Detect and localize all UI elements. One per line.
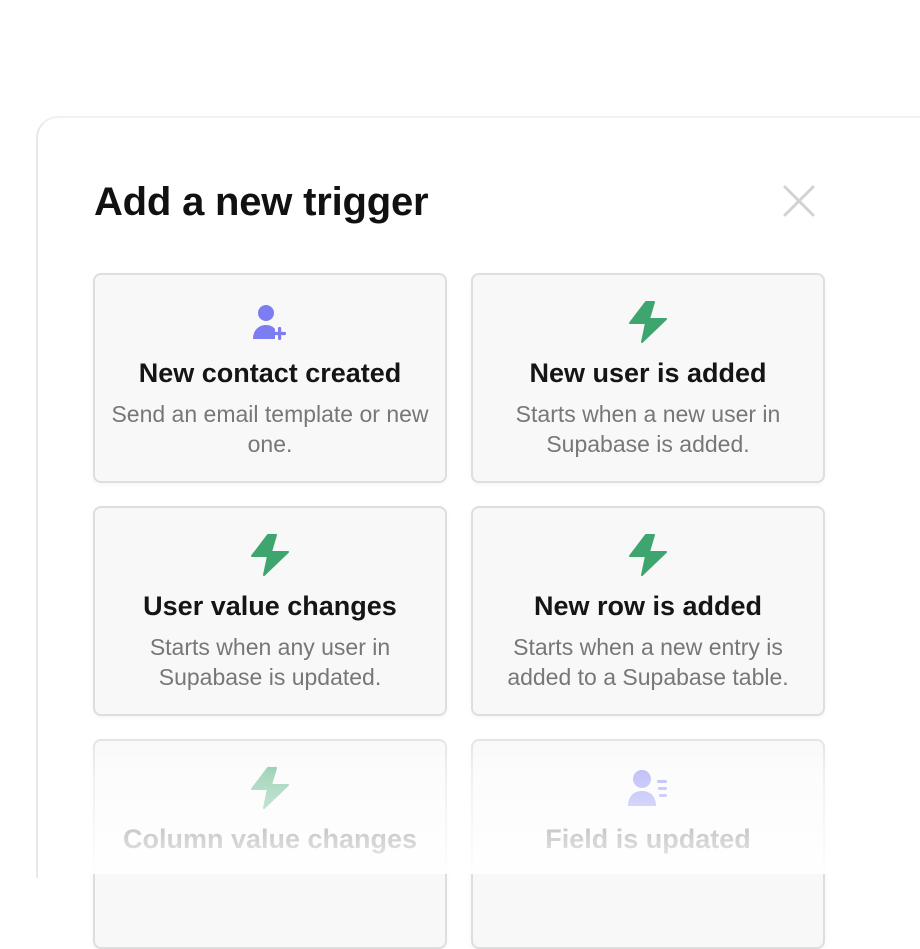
trigger-card-user-value-changes[interactable]: User value changes Starts when any user … bbox=[93, 506, 447, 716]
trigger-description: Send an email template or new one. bbox=[111, 401, 429, 457]
trigger-description: Starts when a new entry is added to a Su… bbox=[507, 634, 789, 690]
bolt-icon bbox=[249, 767, 291, 809]
bolt-icon bbox=[627, 301, 669, 343]
trigger-title: New row is added bbox=[533, 591, 763, 621]
bolt-icon bbox=[627, 534, 669, 576]
close-icon bbox=[783, 185, 815, 217]
close-button[interactable] bbox=[780, 182, 818, 220]
trigger-card-field-is-updated[interactable]: Field is updated bbox=[471, 739, 825, 949]
trigger-card-column-value-changes[interactable]: Column value changes bbox=[93, 739, 447, 949]
user-add-icon bbox=[249, 301, 291, 343]
trigger-card-new-row-is-added[interactable]: New row is added Starts when a new entry… bbox=[471, 506, 825, 716]
trigger-title: Field is updated bbox=[545, 824, 751, 854]
trigger-description: Starts when any user in Supabase is upda… bbox=[149, 634, 391, 690]
dialog-title: Add a new trigger bbox=[94, 180, 429, 224]
trigger-title: New user is added bbox=[529, 358, 767, 388]
trigger-title: User value changes bbox=[143, 591, 397, 621]
trigger-description: Starts when a new user in Supabase is ad… bbox=[515, 401, 781, 457]
bolt-icon bbox=[249, 534, 291, 576]
trigger-card-new-user-is-added[interactable]: New user is added Starts when a new user… bbox=[471, 273, 825, 483]
trigger-title: New contact created bbox=[138, 358, 402, 388]
trigger-card-new-contact-created[interactable]: New contact created Send an email templa… bbox=[93, 273, 447, 483]
user-list-icon bbox=[627, 767, 669, 809]
trigger-title: Column value changes bbox=[122, 824, 418, 854]
